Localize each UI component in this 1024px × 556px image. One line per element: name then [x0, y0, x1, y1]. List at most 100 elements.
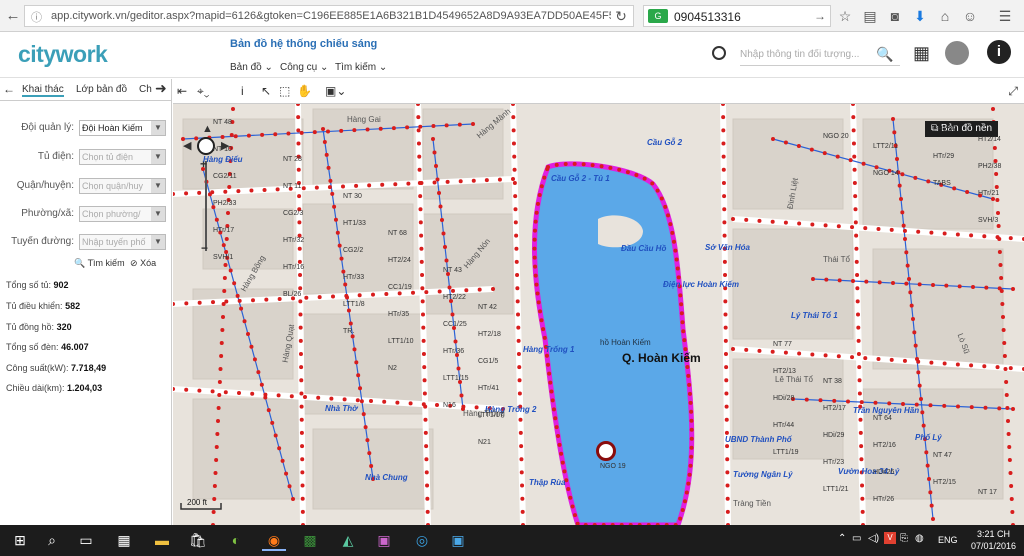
street-light-dot[interactable] [994, 172, 999, 176]
street-light-dot[interactable] [926, 179, 931, 184]
street-light-dot[interactable] [889, 357, 894, 362]
tray-app-icon[interactable]: ◍ [915, 533, 924, 544]
street-light-dot[interactable] [444, 123, 449, 128]
street-light-dot[interactable] [249, 344, 254, 349]
street-light-dot[interactable] [471, 178, 476, 183]
info-icon[interactable]: i [987, 40, 1011, 64]
street-light-dot[interactable] [222, 289, 227, 293]
street-light-dot[interactable] [904, 250, 909, 255]
lake-light-dot[interactable] [572, 513, 577, 518]
street-light-dot[interactable] [725, 483, 730, 488]
street-light-dot[interactable] [235, 293, 240, 298]
lake-light-dot[interactable] [686, 481, 691, 486]
street-light-dot[interactable] [920, 410, 925, 415]
street-light-dot[interactable] [944, 283, 949, 288]
street-light-dot[interactable] [912, 330, 917, 335]
street-light-dot[interactable] [858, 430, 863, 435]
street-light-dot[interactable] [420, 286, 425, 291]
firefox-icon[interactable]: ◉ [262, 529, 286, 551]
street-light-dot[interactable] [437, 289, 442, 294]
street-light-dot[interactable] [852, 180, 857, 185]
street-light-dot[interactable] [860, 483, 865, 488]
street-light-dot[interactable] [721, 115, 726, 120]
home-icon[interactable]: ⌂ [936, 7, 954, 25]
street-light-dot[interactable] [514, 246, 519, 251]
lake-light-dot[interactable] [568, 495, 573, 500]
lake-light-dot[interactable] [563, 162, 568, 167]
street-light-dot[interactable] [516, 325, 521, 330]
excel-icon[interactable]: ▩ [298, 529, 322, 551]
street-light-dot[interactable] [391, 126, 396, 131]
lake-light-dot[interactable] [570, 504, 575, 509]
street-light-dot[interactable] [999, 276, 1004, 280]
street-light-dot[interactable] [457, 122, 462, 127]
lake-light-dot[interactable] [556, 434, 561, 439]
street-light-dot[interactable] [1004, 380, 1009, 384]
street-light-dot[interactable] [942, 361, 947, 366]
street-light-dot[interactable] [214, 445, 219, 449]
street-light-dot[interactable] [277, 297, 282, 301]
street-light-dot[interactable] [357, 293, 362, 298]
street-light-dot[interactable] [519, 457, 524, 462]
street-light-dot[interactable] [367, 183, 372, 188]
street-light-dot[interactable] [369, 464, 374, 469]
street-light-dot[interactable] [341, 269, 346, 274]
lake-light-dot[interactable] [686, 373, 691, 378]
street-light-dot[interactable] [783, 220, 788, 225]
street-light-dot[interactable] [851, 141, 856, 146]
lake-light-dot[interactable] [566, 487, 571, 492]
street-light-dot[interactable] [326, 165, 331, 170]
lake-light-dot[interactable] [541, 327, 546, 332]
street-light-dot[interactable] [280, 458, 285, 463]
street-light-dot[interactable] [856, 351, 861, 356]
street-light-dot[interactable] [999, 289, 1004, 293]
street-light-dot[interactable] [440, 218, 444, 222]
street-light-dot[interactable] [296, 167, 301, 172]
street-light-dot[interactable] [516, 312, 520, 317]
street-light-dot[interactable] [431, 137, 435, 141]
street-light-dot[interactable] [424, 470, 429, 475]
tray-app-icon[interactable]: ⎘ [900, 533, 908, 544]
street-light-dot[interactable] [328, 178, 333, 183]
street-light-dot[interactable] [233, 134, 238, 139]
street-light-dot[interactable] [810, 352, 815, 357]
street-light-dot[interactable] [853, 194, 858, 199]
street-light-dot[interactable] [942, 231, 947, 236]
street-light-dot[interactable] [823, 353, 828, 358]
lake-light-dot[interactable] [689, 427, 694, 432]
street-light-dot[interactable] [913, 175, 918, 180]
street-light-dot[interactable] [983, 405, 988, 410]
street-light-dot[interactable] [997, 406, 1002, 411]
lake-light-dot[interactable] [572, 161, 577, 166]
street-light-dot[interactable] [342, 397, 347, 402]
street-light-dot[interactable] [1009, 497, 1014, 501]
street-light-dot[interactable] [352, 347, 357, 352]
street-light-dot[interactable] [512, 154, 517, 159]
street-light-dot[interactable] [721, 154, 726, 159]
street-light-dot[interactable] [216, 406, 221, 410]
street-light-dot[interactable] [904, 281, 909, 286]
street-light-dot[interactable] [513, 207, 518, 212]
street-light-dot[interactable] [299, 365, 304, 370]
street-light-dot[interactable] [300, 496, 305, 501]
street-light-dot[interactable] [437, 191, 441, 195]
street-light-dot[interactable] [416, 128, 421, 133]
lake-light-dot[interactable] [679, 302, 684, 307]
street-light-dot[interactable] [252, 357, 257, 362]
street-light-dot[interactable] [513, 220, 518, 225]
street-light-dot[interactable] [519, 444, 524, 449]
street-light-dot[interactable] [197, 300, 202, 305]
lake-light-dot[interactable] [674, 257, 679, 262]
place-label[interactable]: Cầu Gỗ 2 [647, 138, 682, 147]
street-light-dot[interactable] [921, 423, 926, 428]
street-light-dot[interactable] [393, 182, 398, 187]
street-light-dot[interactable] [262, 187, 267, 192]
street-light-dot[interactable] [450, 312, 455, 317]
lake-light-dot[interactable] [536, 300, 541, 305]
selected-cabinet-marker[interactable] [596, 441, 616, 461]
street-light-dot[interactable] [995, 365, 1000, 370]
street-light-dot[interactable] [348, 321, 353, 326]
street-light-dot[interactable] [724, 404, 729, 409]
menu-cong-cu[interactable]: Công cụ ⌄ [280, 62, 328, 73]
street-light-dot[interactable] [246, 332, 250, 336]
